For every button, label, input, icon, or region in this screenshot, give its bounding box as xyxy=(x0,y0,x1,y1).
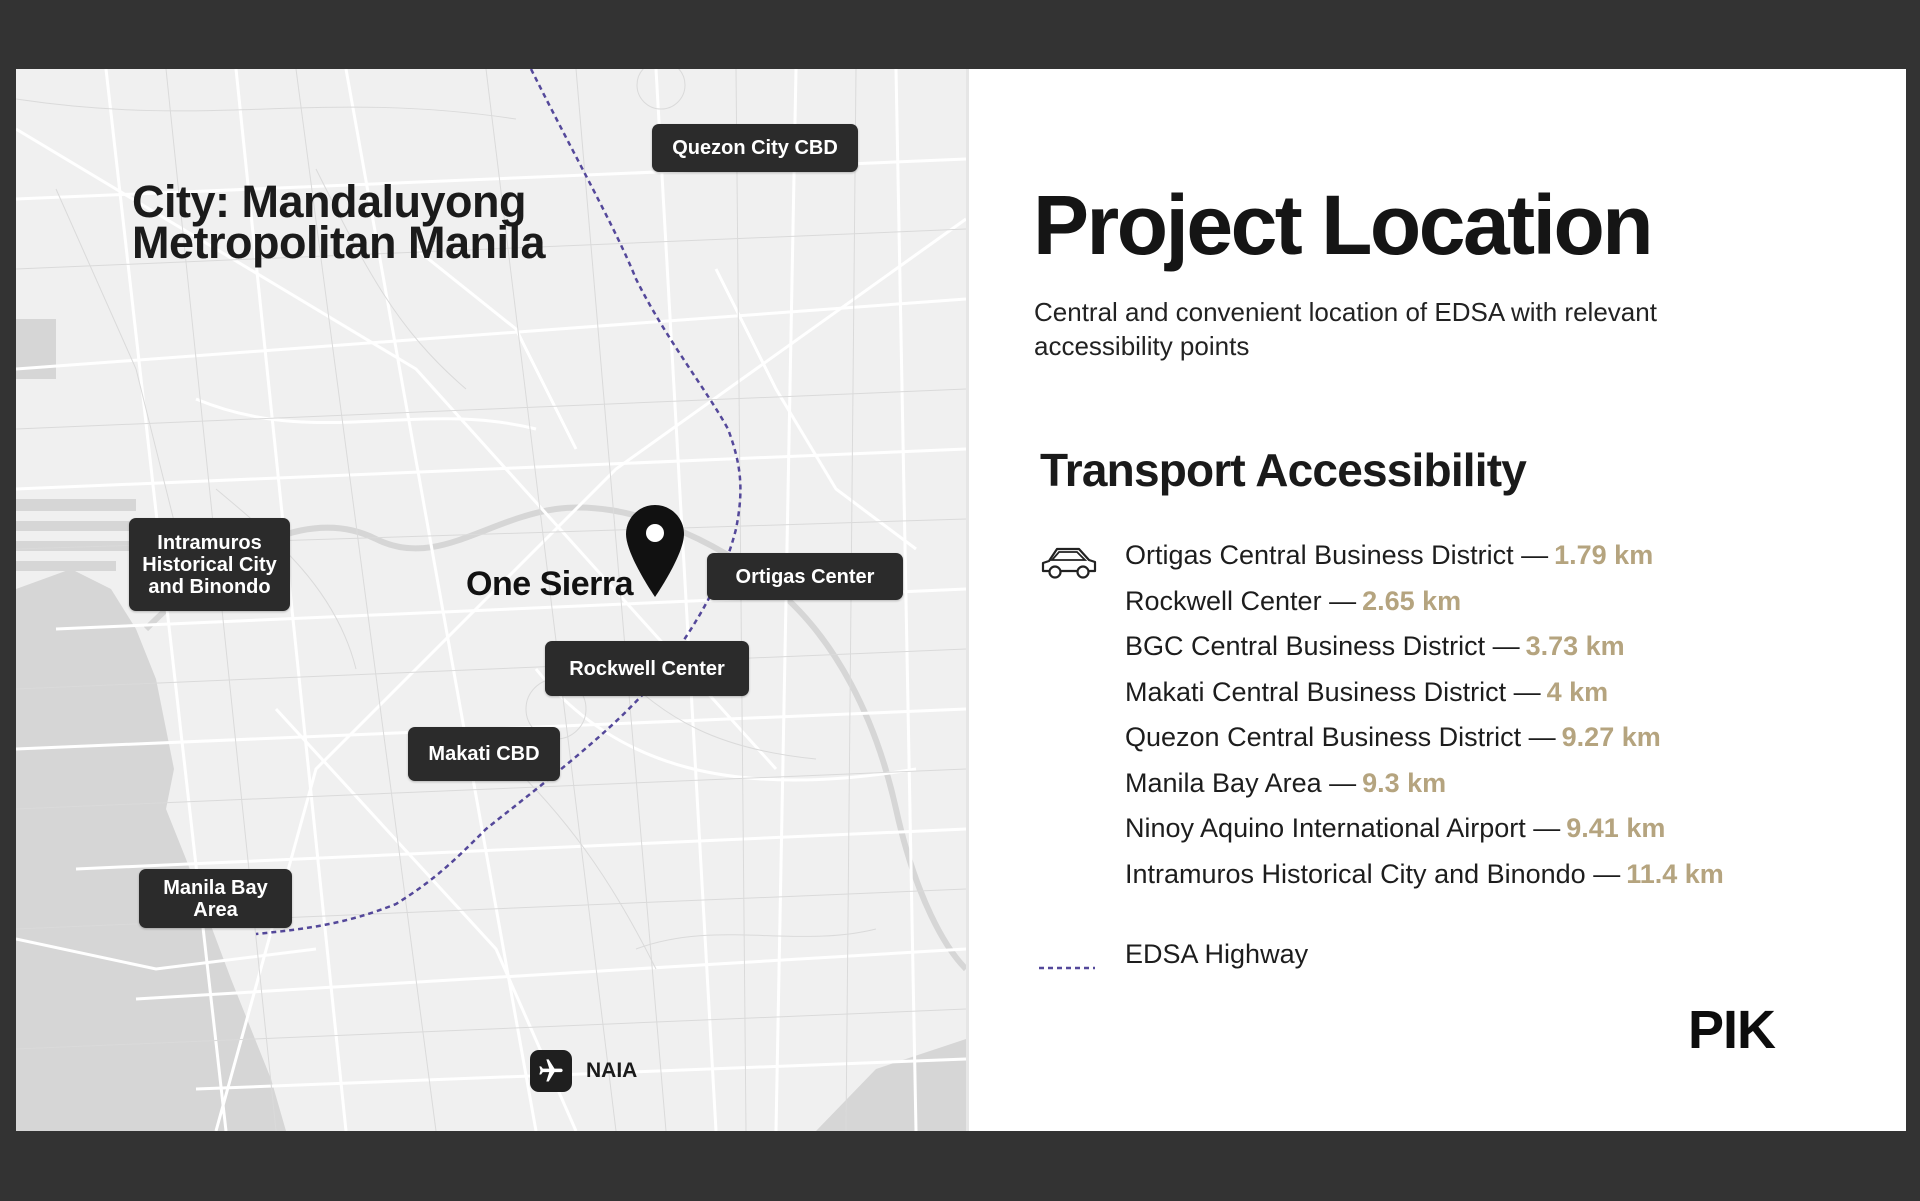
presentation-slide: City: Mandaluyong Metropolitan Manila Qu… xyxy=(16,69,1906,1131)
destination-distance: 2.65 km xyxy=(1362,585,1462,616)
map-label-intramuros[interactable]: Intramuros Historical City and Binondo xyxy=(129,518,290,611)
project-marker-label: One Sierra xyxy=(466,565,633,603)
destination-name: Makati Central Business District — xyxy=(1125,676,1541,707)
list-item: Quezon Central Business District —9.27 k… xyxy=(1125,719,1724,765)
city-title-line2: Metropolitan Manila xyxy=(132,217,546,268)
map-label-makati[interactable]: Makati CBD xyxy=(408,727,560,781)
city-title: City: Mandaluyong Metropolitan Manila xyxy=(132,176,546,268)
list-item: Ninoy Aquino International Airport —9.41… xyxy=(1125,810,1724,856)
map-label-quezon[interactable]: Quezon City CBD xyxy=(652,124,858,172)
destination-name: Manila Bay Area — xyxy=(1125,767,1357,798)
destination-distance: 9.3 km xyxy=(1362,767,1447,798)
map-label-line: Manila Bay xyxy=(163,876,268,899)
map-label-manila-bay[interactable]: Manila Bay Area xyxy=(139,869,292,928)
map-label-line: and Binondo xyxy=(148,575,271,598)
list-item: Ortigas Central Business District —1.79 … xyxy=(1125,537,1724,583)
page-title: Project Location xyxy=(1033,178,1654,272)
map-panel: City: Mandaluyong Metropolitan Manila Qu… xyxy=(16,69,969,1131)
destination-list: Ortigas Central Business District —1.79 … xyxy=(1125,537,1724,901)
airplane-icon xyxy=(530,1050,572,1092)
page-subtitle: Central and convenient location of EDSA … xyxy=(1034,297,1657,361)
destination-distance: 4 km xyxy=(1546,676,1609,707)
destination-name: Intramuros Historical City and Binondo — xyxy=(1125,858,1621,889)
brand-logo: PIK xyxy=(1688,1000,1776,1060)
list-item: BGC Central Business District —3.73 km xyxy=(1125,628,1724,674)
destination-name: BGC Central Business District — xyxy=(1125,631,1520,661)
destination-name: Ninoy Aquino International Airport — xyxy=(1125,813,1561,843)
list-item: Makati Central Business District —4 km xyxy=(1125,674,1724,720)
section-title: Transport Accessibility xyxy=(1040,444,1527,496)
destination-distance: 11.4 km xyxy=(1626,858,1724,889)
destination-distance: 1.79 km xyxy=(1554,540,1654,570)
naia-marker[interactable]: NAIA xyxy=(530,1050,637,1092)
car-icon xyxy=(1039,543,1099,588)
list-item: Manila Bay Area —9.3 km xyxy=(1125,765,1724,811)
list-item: Intramuros Historical City and Binondo —… xyxy=(1125,856,1724,902)
map-label-line: Area xyxy=(193,898,238,921)
destination-distance: 9.41 km xyxy=(1566,813,1666,843)
destination-distance: 3.73 km xyxy=(1525,631,1625,661)
info-panel: Project Location Central and convenient … xyxy=(969,69,1906,1131)
map-pin-icon[interactable] xyxy=(626,505,684,602)
edsa-legend-label: EDSA Highway xyxy=(1125,939,1309,969)
map-label-line: Intramuros xyxy=(157,531,262,554)
destination-name: Rockwell Center — xyxy=(1125,585,1357,616)
naia-label: NAIA xyxy=(586,1059,638,1082)
destination-name: Quezon Central Business District — xyxy=(1125,722,1556,752)
city-title-line1: City: Mandaluyong xyxy=(132,176,527,227)
list-item: Rockwell Center —2.65 km xyxy=(1125,583,1724,629)
map-label-line: Historical City xyxy=(142,553,277,576)
edsa-legend-line xyxy=(1039,958,1095,976)
destination-name: Ortigas Central Business District — xyxy=(1125,540,1549,570)
destination-distance: 9.27 km xyxy=(1561,722,1661,752)
map-label-rockwell[interactable]: Rockwell Center xyxy=(545,641,749,696)
map-label-ortigas[interactable]: Ortigas Center xyxy=(707,553,903,600)
